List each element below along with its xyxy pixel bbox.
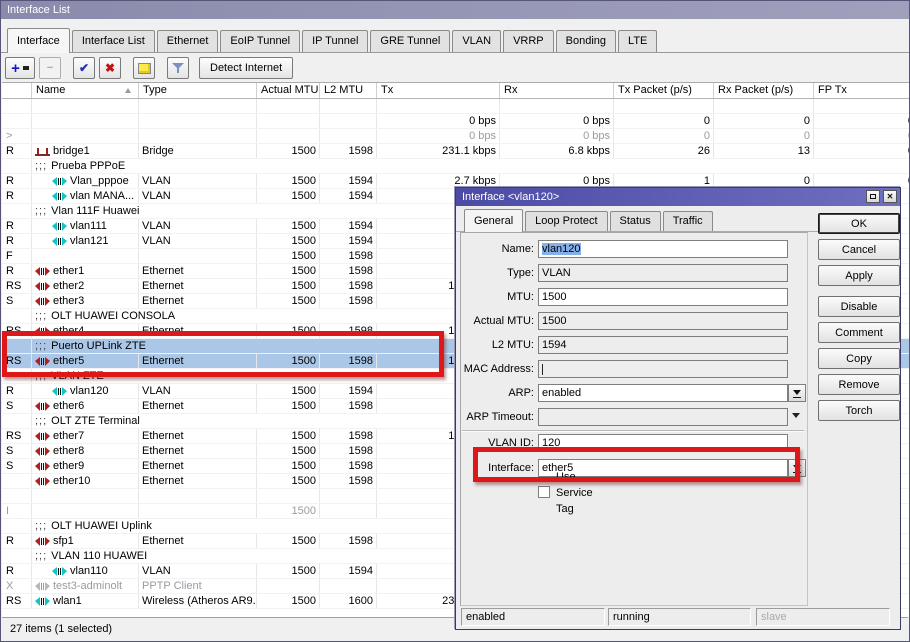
vlan-icon (52, 192, 67, 201)
vlan-icon (52, 387, 67, 396)
arp-dropdown-icon[interactable] (788, 384, 806, 402)
use-service-tag-checkbox[interactable] (538, 486, 550, 498)
dialog-title: Interface <vlan120> (462, 191, 559, 203)
mtu-input[interactable]: 1500 (538, 288, 788, 306)
ethernet-icon (35, 537, 50, 546)
tab-lte[interactable]: LTE (618, 30, 657, 52)
dialog-status-slave: slave (756, 608, 890, 626)
ethernet-icon (35, 447, 50, 456)
sort-ascending-icon (125, 88, 131, 93)
toolbar: + − ✔ ✖ Detect Internet (1, 54, 909, 82)
ethernet-icon (35, 282, 50, 291)
text-caret (542, 364, 543, 375)
mac-address-input[interactable] (538, 360, 788, 378)
ethernet-icon (35, 297, 50, 306)
column-header-name[interactable]: Name (32, 83, 139, 98)
item-count: 27 items (1 selected) (10, 623, 112, 635)
column-header-tx[interactable]: Tx (377, 83, 500, 98)
tab-vrrp[interactable]: VRRP (503, 30, 554, 52)
detect-internet-button[interactable]: Detect Internet (199, 57, 293, 79)
column-header-flags[interactable] (2, 83, 32, 98)
ok-button[interactable]: OK (818, 213, 900, 234)
column-header-rx[interactable]: Rx (500, 83, 614, 98)
remove-button[interactable]: − (39, 57, 61, 79)
column-header-rx-packet[interactable]: Rx Packet (p/s) (714, 83, 814, 98)
row-bridge1[interactable]: R bridge1 Bridge 1500 1598 231.1 kbps 6.… (2, 144, 909, 159)
tab-bonding[interactable]: Bonding (556, 30, 616, 52)
row-blank[interactable] (2, 99, 909, 114)
column-header-fp-tx[interactable]: FP Tx (814, 83, 909, 98)
column-header-l2-mtu[interactable]: L2 MTU (320, 83, 377, 98)
close-icon[interactable]: ✕ (883, 190, 897, 203)
annotation-highlight-interface-field (473, 447, 800, 482)
vlan-icon (52, 567, 67, 576)
tab-ethernet[interactable]: Ethernet (157, 30, 219, 52)
annotation-highlight-selected-rows (2, 331, 444, 377)
arp-timeout-select[interactable] (538, 408, 788, 426)
enable-button[interactable]: ✔ (73, 57, 95, 79)
ethernet-icon (35, 267, 50, 276)
ethernet-icon (35, 402, 50, 411)
actual-mtu-value: 1500 (538, 312, 788, 330)
column-header-tx-packet[interactable]: Tx Packet (p/s) (614, 83, 714, 98)
add-dropdown-icon (23, 66, 29, 70)
tab-interface[interactable]: Interface (7, 28, 70, 53)
comment-button[interactable]: Comment (818, 322, 900, 343)
filter-button[interactable] (167, 57, 189, 79)
name-input[interactable]: vlan120 (538, 240, 788, 258)
window-title: Interface List (7, 4, 70, 16)
arp-timeout-dropdown-icon[interactable] (792, 413, 800, 418)
add-button[interactable]: + (5, 57, 35, 79)
remove-button[interactable]: Remove (818, 374, 900, 395)
tab-loop-protect[interactable]: Loop Protect (525, 211, 607, 231)
comment-button[interactable] (133, 57, 155, 79)
column-header-actual-mtu[interactable]: Actual MTU (257, 83, 320, 98)
table-header: Name Type Actual MTU L2 MTU Tx Rx Tx Pac… (2, 83, 909, 99)
row-blank[interactable]: 0 bps 0 bps 0 0 0 (2, 114, 909, 129)
dialog-titlebar[interactable]: Interface <vlan120> ✕ (456, 188, 900, 206)
cancel-button[interactable]: Cancel (818, 239, 900, 260)
window-titlebar[interactable]: Interface List (1, 1, 909, 19)
vlan-icon (52, 177, 67, 186)
apply-button[interactable]: Apply (818, 265, 900, 286)
pptp-icon (35, 582, 50, 591)
tab-interface-list[interactable]: Interface List (72, 30, 155, 52)
restore-icon[interactable] (866, 190, 880, 203)
row-blank[interactable]: > 0 bps 0 bps 0 0 0 (2, 129, 909, 144)
disable-button[interactable]: Disable (818, 296, 900, 317)
tab-status[interactable]: Status (610, 211, 661, 231)
tab-traffic[interactable]: Traffic (663, 211, 713, 231)
vlan-icon (52, 237, 67, 246)
dialog-status-enabled: enabled (461, 608, 605, 626)
form-separator (462, 430, 804, 432)
comment-note-icon (138, 63, 151, 74)
torch-button[interactable]: Torch (818, 400, 900, 421)
copy-button[interactable]: Copy (818, 348, 900, 369)
comment-row-prueba-pppoe[interactable]: ;;;Prueba PPPoE (2, 159, 909, 174)
ethernet-icon (35, 432, 50, 441)
tab-gre-tunnel[interactable]: GRE Tunnel (370, 30, 450, 52)
l2-mtu-value: 1594 (538, 336, 788, 354)
disable-button[interactable]: ✖ (99, 57, 121, 79)
vlan-icon (52, 222, 67, 231)
column-header-type[interactable]: Type (139, 83, 257, 98)
tab-ip-tunnel[interactable]: IP Tunnel (302, 30, 368, 52)
tab-general[interactable]: General (464, 209, 523, 232)
ethernet-icon (35, 462, 50, 471)
tab-vlan[interactable]: VLAN (452, 30, 501, 52)
interface-dialog: Interface <vlan120> ✕ General Loop Prote… (455, 187, 901, 630)
arp-select[interactable]: enabled (538, 384, 788, 402)
main-tabs: InterfaceInterface ListEthernetEoIP Tunn… (1, 19, 909, 53)
tab-eoip-tunnel[interactable]: EoIP Tunnel (220, 30, 300, 52)
type-value: VLAN (538, 264, 788, 282)
ethernet-icon (35, 477, 50, 486)
bridge-icon (35, 147, 50, 156)
wireless-icon (35, 597, 50, 606)
filter-funnel-icon (172, 62, 184, 74)
dialog-status-running: running (608, 608, 751, 626)
